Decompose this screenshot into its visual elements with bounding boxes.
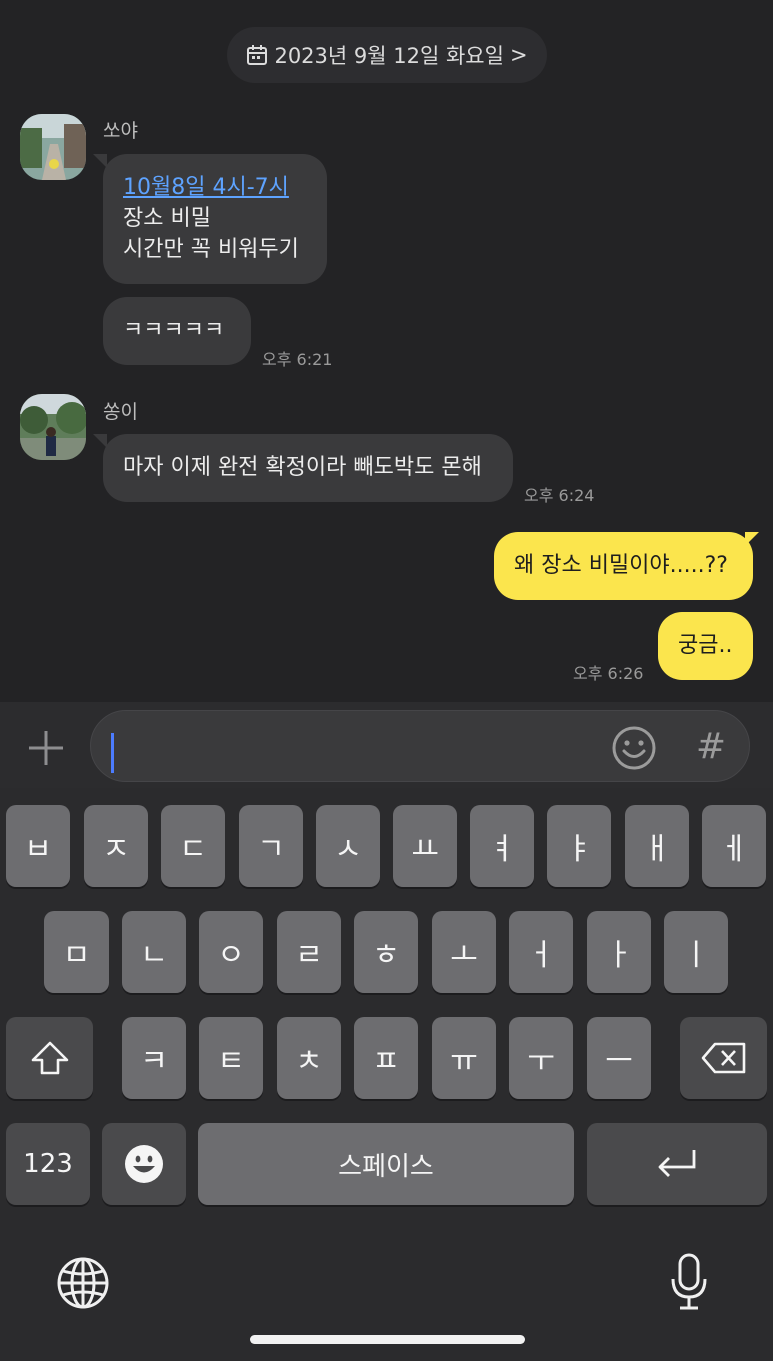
key[interactable]: ㅕ xyxy=(470,805,534,887)
message-bubble[interactable]: 10월8일 4시-7시 장소 비밀 시간만 꼭 비워두기 xyxy=(103,154,327,284)
message-bubble[interactable]: ㅋㅋㅋㅋㅋ xyxy=(103,297,251,365)
key[interactable]: ㅈ xyxy=(84,805,148,887)
key[interactable]: ㅌ xyxy=(199,1017,263,1099)
shift-key[interactable] xyxy=(6,1017,93,1099)
backspace-key[interactable] xyxy=(680,1017,767,1099)
key[interactable]: ㅋ xyxy=(122,1017,186,1099)
bubble-tail xyxy=(93,154,107,168)
numbers-key[interactable]: 123 xyxy=(6,1123,90,1205)
emoji-key[interactable] xyxy=(102,1123,186,1205)
date-header[interactable]: 2023년 9월 12일 화요일 > xyxy=(227,27,547,83)
message-link[interactable]: 10월8일 4시-7시 xyxy=(123,172,307,203)
shift-icon xyxy=(31,1041,68,1075)
message-text: 왜 장소 비밀이야.....?? xyxy=(514,553,728,578)
sender-name: 쏭이 xyxy=(103,401,138,423)
key[interactable]: ㅅ xyxy=(316,805,380,887)
avatar[interactable] xyxy=(20,114,86,180)
calendar-icon xyxy=(247,45,268,65)
text-caret xyxy=(111,733,114,773)
input-bar: # xyxy=(0,702,773,788)
emoji-icon xyxy=(125,1145,163,1183)
keyboard: ㅂ ㅈ ㄷ ㄱ ㅅ ㅛ ㅕ ㅑ ㅐ ㅔ ㅁ ㄴ ㅇ ㄹ ㅎ ㅗ ㅓ ㅏ ㅣ ㅋ … xyxy=(0,788,773,1361)
emoji-icon[interactable] xyxy=(611,725,657,771)
plus-icon[interactable] xyxy=(22,724,70,772)
key[interactable]: ㅂ xyxy=(6,805,70,887)
return-icon xyxy=(658,1150,696,1177)
avatar[interactable] xyxy=(20,394,86,460)
chat-area: 2023년 9월 12일 화요일 > 쏘야 10월8일 4시-7시 장소 비밀 … xyxy=(0,0,773,702)
bubble-tail xyxy=(93,434,107,448)
key[interactable]: ㅜ xyxy=(509,1017,573,1099)
message-time: 오후 6:21 xyxy=(262,350,333,369)
globe-icon[interactable] xyxy=(56,1256,110,1310)
key[interactable]: ㅡ xyxy=(587,1017,651,1099)
message-text: 궁금.. xyxy=(678,633,733,658)
message-bubble[interactable]: 마자 이제 완전 확정이라 빼도박도 몬해 xyxy=(103,434,513,502)
key[interactable]: ㅇ xyxy=(199,911,263,993)
message-text: ㅋㅋㅋㅋㅋ xyxy=(123,318,225,343)
key[interactable]: ㅓ xyxy=(509,911,573,993)
key[interactable]: ㅊ xyxy=(277,1017,341,1099)
key[interactable]: ㅗ xyxy=(432,911,496,993)
bubble-tail xyxy=(745,532,759,546)
key[interactable]: ㄹ xyxy=(277,911,341,993)
hashtag-button[interactable]: # xyxy=(691,723,731,771)
message-line: 시간만 꼭 비워두기 xyxy=(123,237,299,262)
microphone-icon[interactable] xyxy=(668,1252,710,1312)
key[interactable]: ㄱ xyxy=(239,805,303,887)
my-message-bubble[interactable]: 궁금.. xyxy=(658,612,753,680)
sender-name: 쏘야 xyxy=(103,120,138,142)
space-key[interactable]: 스페이스 xyxy=(198,1123,574,1205)
message-line: 장소 비밀 xyxy=(123,206,211,231)
date-text: 2023년 9월 12일 화요일 xyxy=(274,44,504,68)
key[interactable]: ㅏ xyxy=(587,911,651,993)
key[interactable]: ㅠ xyxy=(432,1017,496,1099)
message-input[interactable]: # xyxy=(90,710,750,782)
key[interactable]: ㄷ xyxy=(161,805,225,887)
key[interactable]: ㅁ xyxy=(44,911,109,993)
message-text: 마자 이제 완전 확정이라 빼도박도 몬해 xyxy=(123,455,482,480)
chevron-right-icon: > xyxy=(509,43,528,67)
home-indicator[interactable] xyxy=(250,1335,525,1344)
key[interactable]: ㅐ xyxy=(625,805,689,887)
key[interactable]: ㄴ xyxy=(122,911,186,993)
key[interactable]: ㅣ xyxy=(664,911,728,993)
message-time: 오후 6:26 xyxy=(573,664,644,683)
my-message-bubble[interactable]: 왜 장소 비밀이야.....?? xyxy=(494,532,753,600)
message-time: 오후 6:24 xyxy=(524,486,595,505)
backspace-icon xyxy=(701,1042,745,1074)
return-key[interactable] xyxy=(587,1123,767,1205)
key[interactable]: ㅍ xyxy=(354,1017,418,1099)
key[interactable]: ㅑ xyxy=(547,805,611,887)
key[interactable]: ㅛ xyxy=(393,805,457,887)
key[interactable]: ㅎ xyxy=(354,911,418,993)
key[interactable]: ㅔ xyxy=(702,805,766,887)
